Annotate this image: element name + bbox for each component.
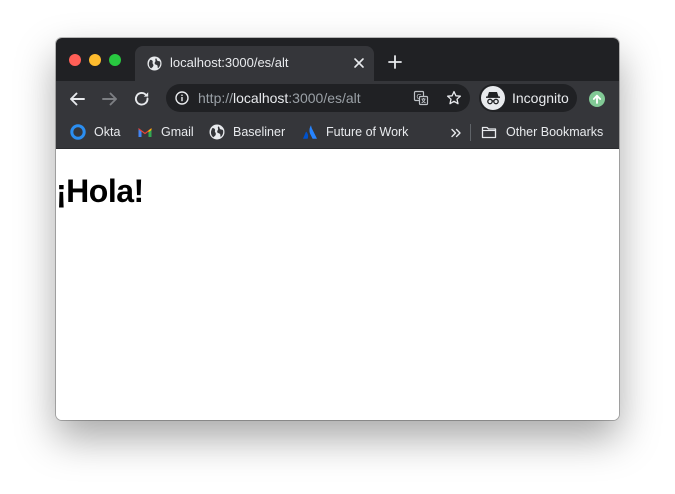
globe-icon bbox=[147, 56, 162, 71]
reload-icon[interactable] bbox=[133, 90, 151, 108]
site-info-icon[interactable] bbox=[175, 91, 189, 105]
bookmarks-bar: Okta Gmail Baseliner Future of Work Othe… bbox=[56, 117, 619, 149]
bookmark-label: Gmail bbox=[161, 125, 194, 139]
translate-icon[interactable]: G bbox=[413, 90, 429, 106]
update-icon[interactable] bbox=[589, 91, 605, 107]
new-tab-icon[interactable] bbox=[387, 54, 403, 70]
minimize-window-button[interactable] bbox=[89, 54, 101, 66]
bookmark-baseliner[interactable]: Baseliner bbox=[209, 123, 289, 141]
atlassian-icon bbox=[303, 125, 317, 139]
forward-arrow-icon[interactable] bbox=[101, 90, 119, 108]
navigation-toolbar: http://localhost:3000/es/alt G Incognito bbox=[56, 81, 619, 117]
incognito-profile-button[interactable]: Incognito bbox=[479, 84, 577, 112]
page-heading: ¡Hola! bbox=[56, 173, 144, 209]
tab-strip: localhost:3000/es/alt bbox=[56, 38, 619, 81]
bookmarks-divider bbox=[470, 124, 471, 141]
bookmark-okta[interactable]: Okta bbox=[70, 123, 130, 141]
okta-icon bbox=[70, 124, 86, 140]
bookmark-label: Other Bookmarks bbox=[506, 125, 604, 139]
bookmark-label: Future of Work bbox=[326, 125, 409, 139]
url-host: localhost bbox=[233, 90, 289, 106]
globe-icon bbox=[209, 124, 225, 140]
back-arrow-icon[interactable] bbox=[68, 90, 86, 108]
tab-active[interactable]: localhost:3000/es/alt bbox=[135, 46, 374, 81]
url-text: http://localhost:3000/es/alt bbox=[198, 90, 361, 107]
bookmark-label: Baseliner bbox=[233, 125, 286, 139]
chevron-double-right-icon[interactable] bbox=[450, 127, 462, 139]
bookmark-gmail[interactable]: Gmail bbox=[137, 123, 197, 141]
bookmark-label: Okta bbox=[94, 125, 121, 139]
gmail-icon bbox=[138, 128, 152, 137]
bookmark-other-bookmarks[interactable]: Other Bookmarks bbox=[481, 123, 611, 141]
zoom-window-button[interactable] bbox=[109, 54, 121, 66]
close-window-button[interactable] bbox=[69, 54, 81, 66]
tab-title: localhost:3000/es/alt bbox=[170, 55, 289, 70]
browser-window: localhost:3000/es/alt http://localhost:3… bbox=[56, 38, 619, 420]
url-scheme: http:// bbox=[198, 90, 234, 106]
folder-icon bbox=[481, 126, 497, 139]
close-tab-icon[interactable] bbox=[352, 55, 366, 71]
bookmark-star-icon[interactable] bbox=[446, 90, 462, 106]
profile-label: Incognito bbox=[512, 90, 569, 106]
page-content: ¡Hola! bbox=[56, 149, 619, 420]
bookmark-future-of-work[interactable]: Future of Work bbox=[302, 123, 412, 141]
url-path: :3000/es/alt bbox=[288, 90, 361, 106]
incognito-icon bbox=[481, 86, 505, 110]
address-bar[interactable]: http://localhost:3000/es/alt G bbox=[166, 84, 470, 112]
